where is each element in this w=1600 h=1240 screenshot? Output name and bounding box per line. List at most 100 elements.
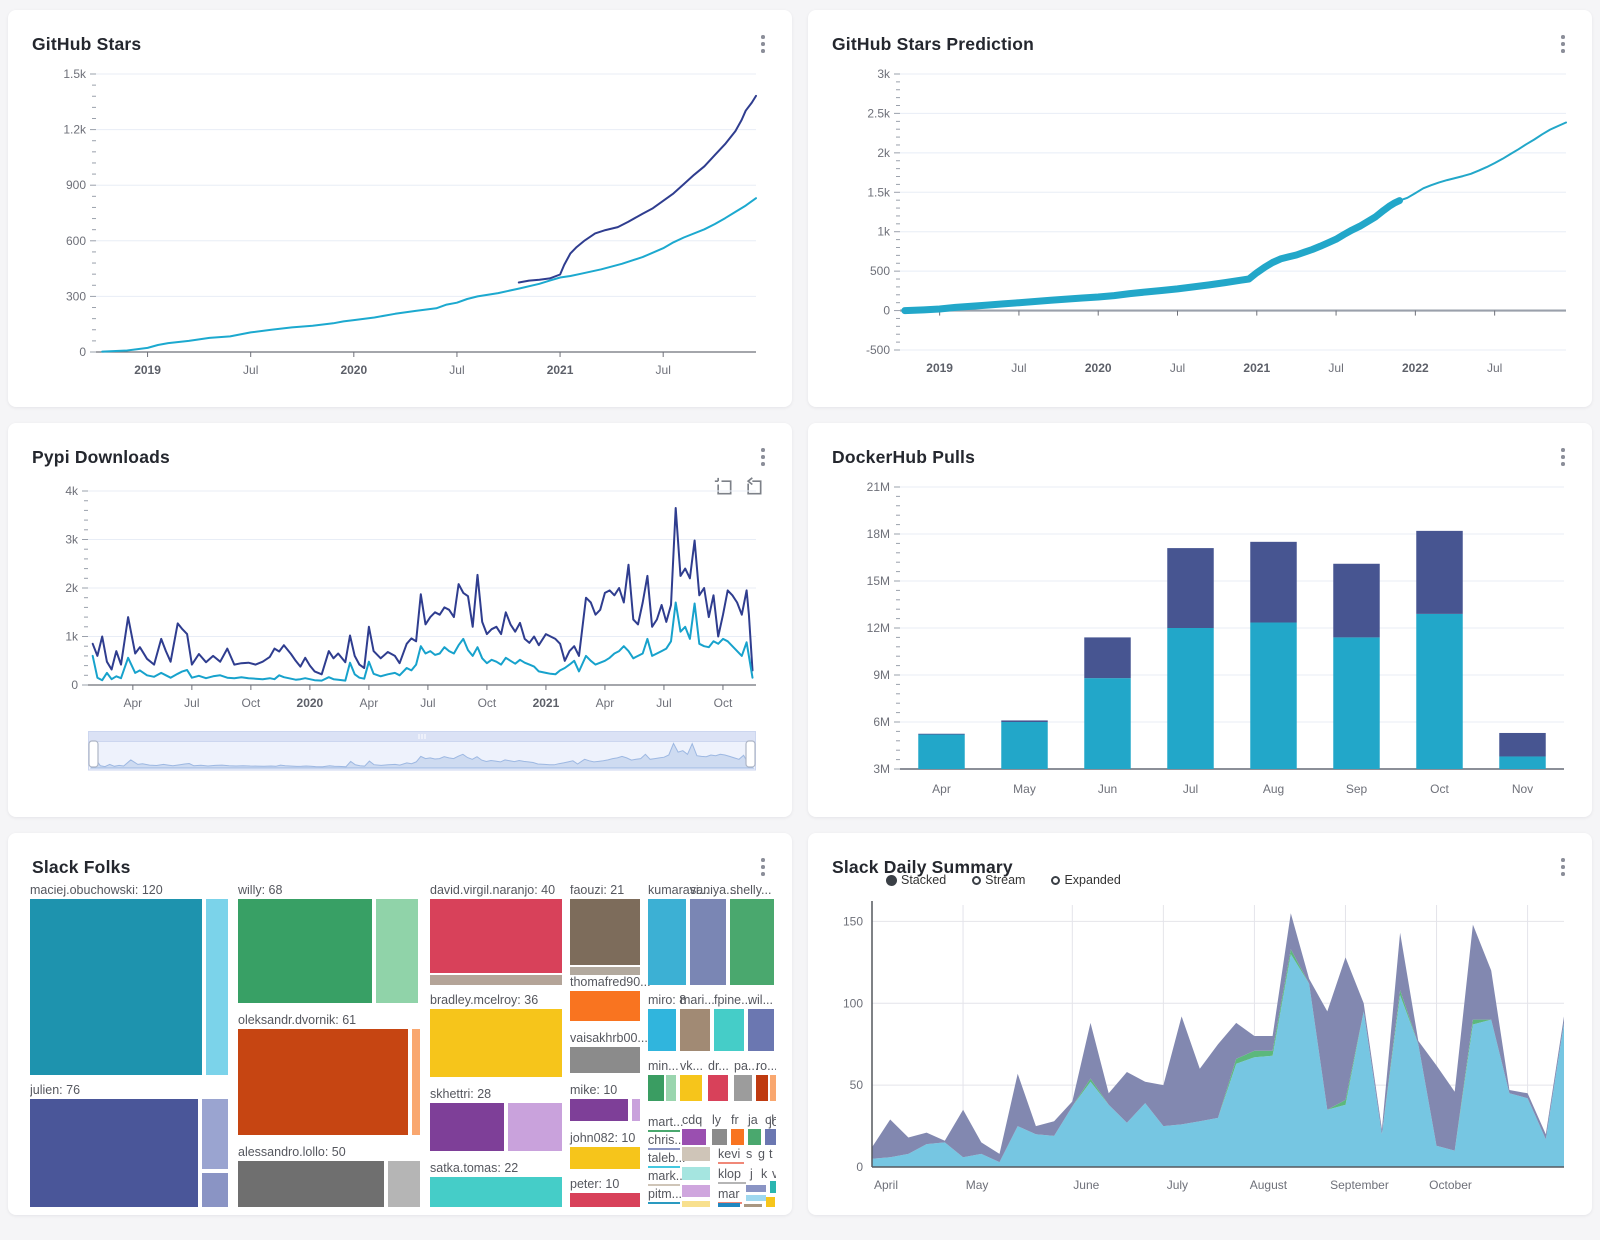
treemap-node[interactable] [430, 975, 562, 985]
treemap-node[interactable] [765, 1129, 776, 1145]
treemap-node[interactable] [744, 1204, 762, 1207]
treemap-node[interactable] [748, 1009, 774, 1051]
treemap-node[interactable] [376, 899, 418, 1003]
svg-text:Jul: Jul [1487, 361, 1502, 375]
treemap-node[interactable] [746, 1195, 766, 1201]
github-stars-prediction-chart: -50005001k1.5k2k2.5k3k2019Jul2020Jul2021… [814, 60, 1586, 397]
treemap-node[interactable] [648, 899, 686, 985]
treemap-node[interactable] [238, 1029, 408, 1135]
svg-text:Oct: Oct [478, 696, 497, 710]
legend-item-expanded[interactable]: Expanded [1051, 873, 1120, 887]
treemap-node-sliver[interactable] [648, 1184, 680, 1186]
datazoom-handle-right[interactable] [746, 741, 755, 767]
treemap-node[interactable] [570, 1193, 640, 1207]
treemap-node[interactable] [202, 1173, 228, 1207]
treemap-node[interactable] [430, 1009, 562, 1077]
svg-text:Jul: Jul [449, 363, 464, 377]
datazoom-handle-left[interactable] [89, 741, 98, 767]
treemap-node[interactable] [714, 1009, 744, 1051]
treemap-node[interactable] [570, 1147, 640, 1169]
treemap-label: david.virgil.naranjo: 40 [430, 885, 555, 897]
treemap-node[interactable] [388, 1161, 420, 1207]
treemap-node[interactable] [682, 1147, 710, 1161]
treemap-node[interactable] [766, 1197, 775, 1207]
treemap-node[interactable] [412, 1029, 420, 1135]
kebab-menu-icon[interactable] [754, 857, 772, 877]
svg-text:Sep: Sep [1346, 782, 1368, 796]
treemap-node[interactable] [648, 1009, 676, 1051]
treemap-node[interactable] [238, 899, 372, 1003]
treemap-node[interactable] [756, 1075, 768, 1101]
treemap-node[interactable] [682, 1185, 710, 1197]
treemap-node[interactable] [746, 1185, 766, 1192]
treemap-node[interactable] [570, 967, 640, 975]
svg-text:October: October [1429, 1178, 1472, 1192]
legend-item-stream[interactable]: Stream [972, 873, 1025, 887]
treemap-node[interactable] [30, 1099, 198, 1207]
kebab-menu-icon[interactable] [1554, 447, 1572, 467]
kebab-menu-icon[interactable] [754, 34, 772, 54]
treemap-node[interactable] [680, 1009, 710, 1051]
treemap-label: ja [748, 1113, 758, 1127]
treemap-label: faouzi: 21 [570, 885, 624, 897]
treemap-node-sliver[interactable] [648, 1202, 680, 1204]
treemap-node[interactable] [430, 1103, 504, 1151]
kebab-menu-icon[interactable] [754, 447, 772, 467]
svg-text:3k: 3k [65, 533, 79, 547]
treemap-label: john082: 10 [570, 1131, 635, 1145]
treemap-node[interactable] [430, 1177, 562, 1207]
kebab-menu-icon[interactable] [1554, 857, 1572, 877]
treemap-node[interactable] [206, 899, 228, 1075]
treemap-node[interactable] [734, 1075, 752, 1101]
treemap-node[interactable] [682, 1167, 710, 1180]
svg-text:21M: 21M [867, 480, 890, 494]
treemap-node[interactable] [238, 1161, 384, 1207]
treemap-node[interactable] [708, 1075, 728, 1101]
treemap-node[interactable] [690, 899, 726, 985]
treemap-node-sliver[interactable] [718, 1182, 746, 1184]
treemap-node[interactable] [30, 899, 202, 1075]
treemap-node[interactable] [712, 1129, 727, 1145]
datazoom-slider[interactable] [88, 731, 756, 776]
treemap-node[interactable] [730, 899, 774, 985]
treemap-label: dr... [708, 1059, 729, 1073]
treemap-label: v [772, 1167, 776, 1181]
treemap-node[interactable] [748, 1129, 761, 1145]
treemap-label: g [758, 1147, 765, 1161]
kebab-menu-icon[interactable] [1554, 34, 1572, 54]
treemap-node[interactable] [680, 1075, 702, 1101]
treemap-node[interactable] [648, 1075, 664, 1101]
treemap-node[interactable] [570, 1047, 640, 1073]
treemap-label: klop [718, 1167, 741, 1181]
treemap-node-sliver[interactable] [648, 1130, 680, 1132]
pypi-downloads-chart: 01k2k3k4kAprJulOct2020AprJulOct2021AprJu… [18, 479, 774, 732]
treemap-node[interactable] [682, 1201, 710, 1207]
treemap-node[interactable] [430, 899, 562, 973]
treemap-label: satka.tomas: 22 [430, 1161, 518, 1175]
treemap-node-sliver[interactable] [718, 1162, 744, 1164]
treemap-node[interactable] [770, 1181, 776, 1193]
treemap-node[interactable] [570, 991, 640, 1021]
treemap-node[interactable] [570, 1099, 628, 1121]
treemap-node-sliver[interactable] [648, 1166, 680, 1168]
treemap-node[interactable] [718, 1203, 740, 1207]
treemap-label: thomafred90... [570, 975, 651, 989]
treemap-label: t [769, 1147, 772, 1161]
treemap-node[interactable] [666, 1075, 676, 1101]
svg-text:1.5k: 1.5k [867, 185, 891, 199]
treemap-node[interactable] [731, 1129, 744, 1145]
svg-text:2k: 2k [877, 146, 891, 160]
treemap-node[interactable] [770, 1075, 776, 1101]
treemap-label: bradley.mcelroy: 36 [430, 993, 538, 1007]
legend-item-stacked[interactable]: Stacked [886, 873, 946, 887]
treemap-node-sliver[interactable] [648, 1148, 680, 1150]
treemap-node[interactable] [682, 1129, 706, 1145]
treemap-node[interactable] [202, 1099, 228, 1169]
svg-text:2022: 2022 [1402, 361, 1429, 375]
treemap-node[interactable] [508, 1103, 562, 1151]
svg-text:August: August [1250, 1178, 1288, 1192]
svg-text:Jul: Jul [656, 696, 671, 710]
svg-text:Jul: Jul [420, 696, 435, 710]
treemap-node[interactable] [632, 1099, 640, 1121]
treemap-node[interactable] [570, 899, 640, 965]
